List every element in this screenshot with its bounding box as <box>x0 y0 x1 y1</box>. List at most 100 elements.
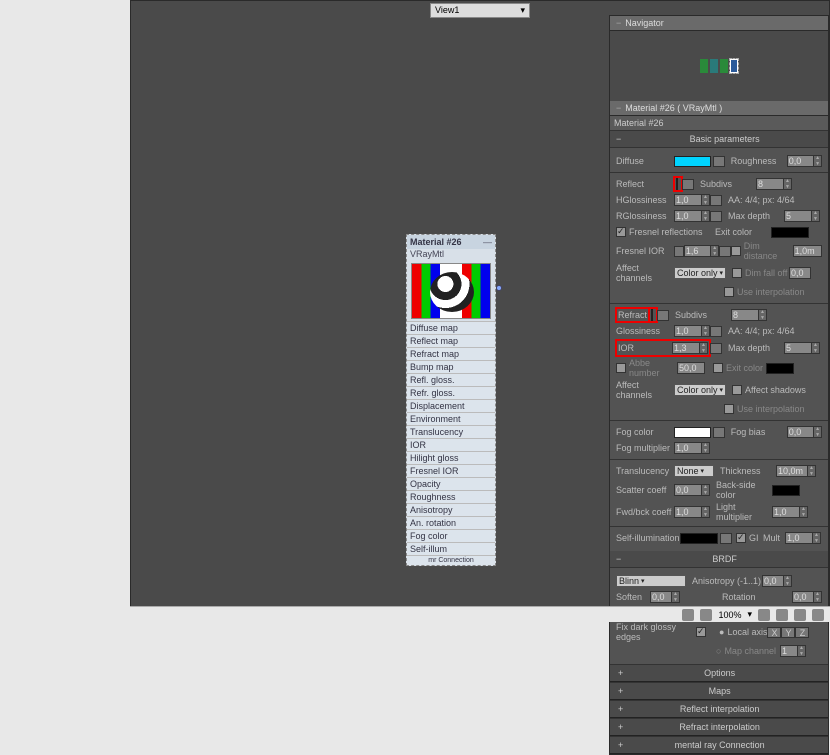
node-slot[interactable]: IOR <box>407 438 495 451</box>
spinner-buttons[interactable] <box>702 506 710 518</box>
spinner-buttons[interactable] <box>812 342 820 354</box>
dimfall-spinner[interactable]: 0,0 <box>789 267 811 279</box>
gi-checkbox[interactable] <box>736 533 746 543</box>
spinner-buttons[interactable] <box>800 506 808 518</box>
fresnel-ior-lock[interactable] <box>674 246 684 257</box>
spinner-buttons[interactable] <box>700 342 708 354</box>
fresnel-ior-spinner[interactable]: 1,6 <box>684 245 711 257</box>
selfillum-map-button[interactable] <box>720 533 732 544</box>
spinner-buttons[interactable] <box>812 210 820 222</box>
node-slot[interactable]: Bump map <box>407 360 495 373</box>
maxdepth-spinner[interactable]: 5 <box>784 210 812 222</box>
glossiness-map-button[interactable] <box>710 326 722 337</box>
axis-y-button[interactable]: Y <box>781 627 795 638</box>
fogbias-spinner[interactable]: 0,0 <box>787 426 814 438</box>
material-node[interactable]: Material #26 — VRayMtl Diffuse mapReflec… <box>406 234 496 566</box>
status-icon-2[interactable] <box>700 609 712 621</box>
brdf-type-dropdown[interactable]: Blinn▾ <box>616 575 686 587</box>
dimdist-spinner[interactable]: 1,0m <box>793 245 822 257</box>
spinner-buttons[interactable] <box>702 484 710 496</box>
options-section[interactable]: +Options <box>610 664 828 682</box>
axis-x-button[interactable]: X <box>767 627 781 638</box>
spinner-buttons[interactable] <box>784 178 792 190</box>
refract-color-swatch[interactable] <box>651 309 653 321</box>
expand-icon[interactable]: + <box>618 740 623 750</box>
spinner-buttons[interactable] <box>702 210 710 222</box>
node-slot[interactable]: Diffuse map <box>407 321 495 334</box>
expand-icon[interactable]: + <box>618 668 623 678</box>
refract-interp-section[interactable]: +Refract interpolation <box>610 718 828 736</box>
chevron-down-icon[interactable]: ▾ <box>747 609 752 620</box>
soften-spinner[interactable]: 0,0 <box>650 591 672 603</box>
expand-icon[interactable]: + <box>618 722 623 732</box>
status-icon-1[interactable] <box>682 609 694 621</box>
rgloss-map-button[interactable] <box>710 211 722 222</box>
node-slot[interactable]: Hilight gloss <box>407 451 495 464</box>
collapse-icon[interactable]: − <box>616 103 621 113</box>
node-slot[interactable]: Opacity <box>407 477 495 490</box>
reflect-map-button[interactable] <box>682 179 694 190</box>
refract-exitcolor-checkbox[interactable] <box>713 363 723 373</box>
spinner-buttons[interactable] <box>784 575 792 587</box>
fixedges-checkbox[interactable] <box>696 627 706 637</box>
expand-icon[interactable]: + <box>618 704 623 714</box>
backside-swatch[interactable] <box>772 485 800 496</box>
expand-icon[interactable]: + <box>618 686 623 696</box>
node-slot[interactable]: Fog color <box>407 529 495 542</box>
spinner-buttons[interactable] <box>672 591 680 603</box>
node-slot[interactable]: An. rotation <box>407 516 495 529</box>
refract-subdivs-spinner[interactable]: 8 <box>731 309 759 321</box>
status-icon-3[interactable] <box>758 609 770 621</box>
node-slot[interactable]: Translucency <box>407 425 495 438</box>
lightmult-spinner[interactable]: 1,0 <box>772 506 800 518</box>
mapchannel-spinner[interactable]: 1 <box>780 645 798 657</box>
basic-params-header[interactable]: − Basic parameters <box>610 131 828 148</box>
spinner-buttons[interactable] <box>814 426 822 438</box>
fog-color-swatch[interactable] <box>674 427 711 438</box>
fresnel-checkbox[interactable] <box>616 227 626 237</box>
refract-affect-dropdown[interactable]: Color only▾ <box>674 384 726 396</box>
fogmult-spinner[interactable]: 1,0 <box>674 442 702 454</box>
node-header[interactable]: Material #26 — <box>407 235 495 249</box>
node-slot[interactable]: Displacement <box>407 399 495 412</box>
abbe-spinner[interactable]: 50,0 <box>677 362 705 374</box>
ior-spinner[interactable]: 1,3 <box>672 342 700 354</box>
thickness-spinner[interactable]: 10,0m <box>776 465 808 477</box>
refract-map-button[interactable] <box>657 310 669 321</box>
node-slot[interactable]: Refr. gloss. <box>407 386 495 399</box>
status-icon-5[interactable] <box>794 609 806 621</box>
minimize-icon[interactable]: — <box>483 237 492 247</box>
node-mr-connection[interactable]: mr Connection <box>407 555 495 565</box>
glossiness-spinner[interactable]: 1,0 <box>674 325 702 337</box>
refract-maxdepth-spinner[interactable]: 5 <box>784 342 812 354</box>
material-header[interactable]: − Material #26 ( VRayMtl ) <box>610 101 828 116</box>
fwdback-spinner[interactable]: 1,0 <box>674 506 702 518</box>
dimdist-checkbox[interactable] <box>731 246 741 256</box>
nav-thumb-1[interactable] <box>700 59 708 73</box>
status-icon-6[interactable] <box>812 609 824 621</box>
spinner-buttons[interactable] <box>711 245 719 257</box>
maps-section[interactable]: +Maps <box>610 682 828 700</box>
selfillum-swatch[interactable] <box>680 533 718 544</box>
roughness-spinner[interactable]: 0,0 <box>787 155 814 167</box>
reflect-interp-section[interactable]: +Reflect interpolation <box>610 700 828 718</box>
node-slot[interactable]: Roughness <box>407 490 495 503</box>
exitcolor-swatch[interactable] <box>771 227 809 238</box>
mentalray-section[interactable]: +mental ray Connection <box>610 736 828 754</box>
material-preview-thumbnail[interactable] <box>411 263 491 319</box>
hgloss-map-button[interactable] <box>710 195 722 206</box>
rgloss-spinner[interactable]: 1,0 <box>674 210 702 222</box>
fresnel-ior-map-button[interactable] <box>719 246 731 257</box>
collapse-icon[interactable]: − <box>616 18 621 28</box>
collapse-icon[interactable]: − <box>616 134 621 144</box>
view-selector[interactable]: View1 ▾ <box>430 3 530 18</box>
spinner-buttons[interactable] <box>798 645 806 657</box>
spinner-buttons[interactable] <box>813 532 821 544</box>
navigator-viewport[interactable] <box>610 31 828 101</box>
refract-exitcolor-swatch[interactable] <box>766 363 794 374</box>
transl-dropdown[interactable]: None▾ <box>674 465 714 477</box>
reflect-subdivs-spinner[interactable]: 8 <box>756 178 784 190</box>
navigator-thumbnails[interactable] <box>700 59 738 73</box>
nav-thumb-2[interactable] <box>710 59 718 73</box>
spinner-buttons[interactable] <box>702 194 710 206</box>
